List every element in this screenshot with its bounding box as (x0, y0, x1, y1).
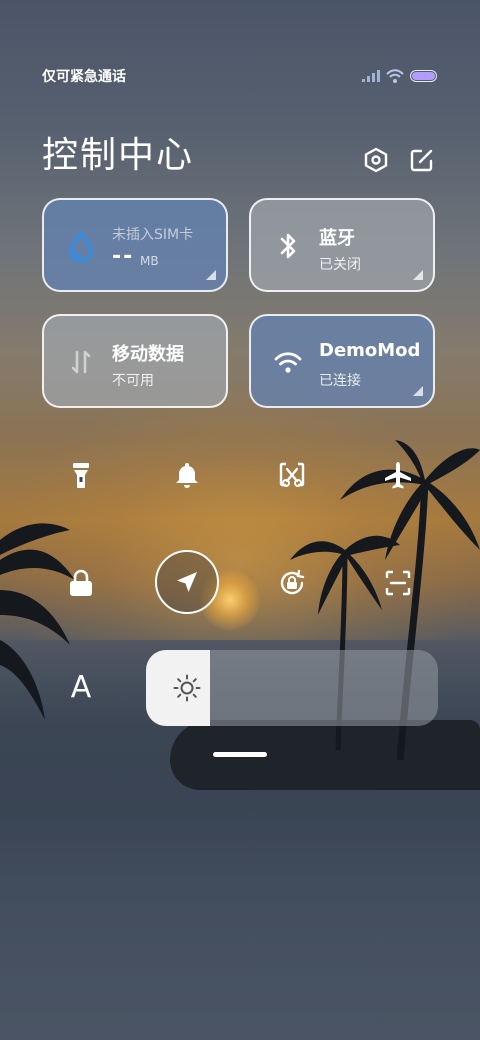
mobile-data-tile[interactable]: 移动数据 不可用 (42, 314, 228, 408)
tile-expand-corner (413, 270, 423, 280)
airplane-icon (385, 462, 411, 489)
airplane-mode-button[interactable] (375, 452, 421, 498)
edit-icon (410, 149, 433, 172)
arrows-updown-icon (71, 350, 91, 374)
auto-brightness-button[interactable]: A (58, 665, 104, 711)
water-drop-icon (69, 230, 93, 262)
wifi-status-icon (386, 69, 404, 83)
settings-button[interactable] (362, 146, 390, 174)
sim-status-label: 未插入SIM卡 (112, 227, 194, 243)
bluetooth-icon (280, 233, 296, 259)
status-icons (362, 69, 438, 83)
mute-button[interactable] (164, 452, 210, 498)
page-title: 控制中心 (42, 135, 195, 176)
scan-icon (385, 570, 411, 596)
home-indicator[interactable] (213, 752, 267, 757)
lock-icon (70, 569, 92, 596)
bluetooth-title: 蓝牙 (319, 228, 355, 249)
data-usage-unit: MB (140, 254, 159, 268)
sun-icon (173, 674, 201, 702)
status-bar: 仅可紧急通话 (42, 66, 438, 86)
bluetooth-tile[interactable]: 蓝牙 已关闭 (249, 198, 435, 292)
palm-tree-left (0, 523, 75, 720)
mobile-data-title: 移动数据 (112, 344, 184, 365)
brightness-slider[interactable] (146, 650, 438, 726)
wifi-tile[interactable]: DemoMod 已连接 (249, 314, 435, 408)
mobile-data-status: 不可用 (112, 373, 154, 389)
bluetooth-status: 已关闭 (319, 257, 361, 273)
carrier-status-text: 仅可紧急通话 (42, 69, 126, 85)
flashlight-button[interactable] (58, 452, 104, 498)
auto-brightness-label: A (70, 670, 92, 705)
screenshot-button[interactable] (269, 452, 315, 498)
tile-expand-corner (413, 386, 423, 396)
data-usage-tile[interactable]: 未插入SIM卡 -- MB (42, 198, 228, 292)
scan-button[interactable] (375, 560, 421, 606)
flashlight-icon (73, 463, 89, 488)
wifi-status: 已连接 (319, 373, 361, 389)
settings-hexagon-icon (364, 147, 388, 173)
bell-icon (176, 463, 198, 488)
rotation-lock-icon (280, 569, 305, 595)
location-button[interactable] (155, 550, 219, 614)
rotation-lock-button[interactable] (269, 560, 315, 606)
signal-icon (362, 70, 380, 82)
lock-screen-button[interactable] (58, 560, 104, 606)
data-usage-value: -- (112, 244, 135, 269)
wifi-icon (274, 352, 302, 373)
screenshot-icon (279, 462, 305, 487)
edit-button[interactable] (408, 146, 436, 174)
location-arrow-icon (177, 572, 197, 592)
battery-icon (410, 70, 437, 82)
tile-expand-corner (206, 270, 216, 280)
wifi-network-name: DemoMod (319, 340, 421, 361)
